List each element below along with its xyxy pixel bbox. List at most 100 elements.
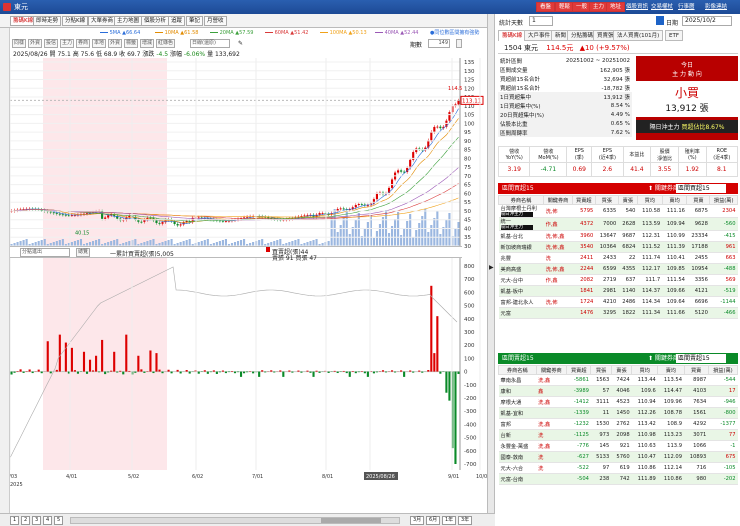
range-btn-0[interactable]: 3月 bbox=[410, 516, 425, 525]
col-header[interactable]: 賣張 bbox=[610, 365, 633, 375]
tb-btn-0[interactable]: 同樣 bbox=[12, 39, 27, 48]
tab-track[interactable]: 追蹤 bbox=[168, 16, 186, 26]
col-header[interactable]: 買賣超 bbox=[571, 195, 596, 205]
tb-btn-7[interactable]: 標籤 bbox=[124, 39, 139, 48]
chip-overview-button[interactable]: 總覽 bbox=[76, 248, 91, 257]
rtab-1[interactable]: 大戶事件 bbox=[524, 30, 555, 41]
broker-cell: 洗 bbox=[536, 451, 567, 463]
range-btn-2[interactable]: 1年 bbox=[442, 516, 457, 525]
periods-input[interactable]: 149 bbox=[428, 39, 450, 48]
col-header[interactable]: 關鍵券商 bbox=[543, 195, 573, 205]
rtab-6[interactable]: ETF bbox=[665, 30, 683, 41]
broker-row[interactable]: 國泰-敦南洗 -627 5133 5760 110.47 112.09 10893 675 bbox=[498, 451, 738, 463]
col-header[interactable]: 賣均 bbox=[661, 195, 688, 205]
chip-tick: 200 bbox=[464, 343, 475, 349]
tab-notes[interactable]: 筆記 bbox=[186, 16, 204, 26]
broker-row[interactable]: 康和鑫 -3989 57 4046 109.6 114.47 4103 17 bbox=[498, 385, 738, 397]
broker-row[interactable]: 元大-台中 作,鑫 2082 2719 637 111.7 111.54 3356 569 bbox=[498, 274, 738, 286]
broker-row[interactable]: 富邦-建北永人 洗,佈 1724 4210 2486 114.34 109.64 6696 -1… bbox=[498, 296, 738, 308]
col-header[interactable]: 買均 bbox=[631, 365, 659, 375]
col-header[interactable]: 買賣超 bbox=[566, 365, 592, 375]
broker-row[interactable]: 美商高盛 洗,佈,鑫 2244 6599 4355 112.17 109.85 10954 -4… bbox=[498, 263, 738, 275]
col-header[interactable]: 買賣 bbox=[686, 195, 711, 205]
tb-btn-4[interactable]: 券商 bbox=[76, 39, 91, 48]
col-header[interactable]: 損益(萬) bbox=[707, 365, 739, 375]
col-header[interactable]: 關鍵券商 bbox=[535, 365, 568, 375]
broker-row[interactable]: 凱基-宜和 -1339 11 1450 112.26 108.78 1561 -800 bbox=[498, 407, 738, 419]
pencil-icon[interactable]: ✎ bbox=[238, 40, 243, 47]
col-header[interactable]: 買張 bbox=[590, 365, 612, 375]
topbar-link-3[interactable]: 影像連結 bbox=[705, 2, 727, 12]
topbar-btn-0[interactable]: 看盤 bbox=[536, 2, 556, 12]
calendar-icon[interactable] bbox=[656, 16, 664, 25]
horizontal-scrollbar[interactable] bbox=[70, 517, 400, 524]
col-header[interactable]: 券商名稱 bbox=[497, 195, 545, 205]
tb-btn-3[interactable]: 主力 bbox=[60, 39, 75, 48]
topbar-link-1[interactable]: 交易權杖 bbox=[651, 2, 673, 12]
topbar-btn-4[interactable]: 地址 bbox=[606, 2, 626, 12]
broker-row[interactable]: 富邦 洗,鑫 -1232 1530 2762 113.42 108.9 4292 -1377 bbox=[498, 418, 738, 430]
range-btn-3[interactable]: 3年 bbox=[458, 516, 473, 525]
topbar-link-2[interactable]: 行事曆 bbox=[678, 2, 695, 12]
page-btn-1[interactable]: 2 bbox=[21, 516, 31, 525]
tab-realtime[interactable]: 即時走勢 bbox=[33, 16, 62, 26]
tb-btn-5[interactable]: 本地 bbox=[92, 39, 107, 48]
broker-row[interactable]: 兆豐洗 2411 2433 22 111.74 110.41 2455 663 bbox=[498, 252, 738, 264]
volume-bar bbox=[243, 239, 246, 246]
collapse-right-icon[interactable]: ▶ bbox=[489, 264, 494, 271]
col-header[interactable]: 買均 bbox=[636, 195, 663, 205]
rtab-0[interactable]: 籌碼K線 bbox=[498, 30, 527, 41]
broker-row[interactable]: 凱基-台北 洗,佈,鑫 3960 13647 9687 112.31 110.99 23334… bbox=[498, 230, 738, 242]
broker-row[interactable]: 台灣摩根士丹利 隔日沖主力 洗,佈 5795 6335 540 110.58 111.16 68… bbox=[498, 204, 738, 218]
col-header[interactable]: 券商名稱 bbox=[498, 365, 537, 375]
candle-body bbox=[221, 220, 224, 222]
chip-tick: 400 bbox=[464, 317, 475, 323]
col-header[interactable]: 買張 bbox=[594, 195, 619, 205]
col-header[interactable]: 損益(萬) bbox=[709, 195, 738, 205]
splitter[interactable]: ▶ bbox=[487, 14, 495, 526]
broker-row[interactable]: 台新洗 -1125 973 2098 110.98 113.23 3071 77 bbox=[498, 429, 738, 441]
page-btn-2[interactable]: 3 bbox=[32, 516, 42, 525]
tb-btn-1[interactable]: 外資 bbox=[28, 39, 43, 48]
date-input[interactable]: 2025/10/2 bbox=[682, 16, 732, 26]
tab-analysis[interactable]: 個股分析 bbox=[141, 16, 170, 26]
tb-btn-9[interactable]: 紅綠色 bbox=[156, 39, 176, 48]
chip-select[interactable]: 分點進出 bbox=[20, 248, 70, 257]
broker-row[interactable]: 元大-六合洗 -522 97 619 110.86 112.14 716 -105 bbox=[498, 462, 738, 474]
broker-row[interactable]: 永豐金-萬盛 洗,鑫 -776 145 921 110.63 113.9 1066 -1 bbox=[498, 440, 738, 452]
page-btn-4[interactable]: 5 bbox=[54, 516, 64, 525]
broker-row[interactable]: 華南永昌 洗,鑫 -5861 1563 7424 113.44 113.54 8987 -544 bbox=[498, 374, 738, 386]
chip-bar bbox=[357, 371, 360, 373]
col-header[interactable]: 賣均 bbox=[657, 365, 685, 375]
col-header[interactable]: 買賣 bbox=[683, 365, 709, 375]
broker-row[interactable]: 摩根大通 洗,鑫 -1412 3111 4523 110.94 109.96 7634 -946 bbox=[498, 396, 738, 408]
buy-select[interactable]: 區間買超15 bbox=[676, 184, 726, 193]
rtab-5[interactable]: 法人買賣(101月) bbox=[613, 30, 664, 41]
range-btn-1[interactable]: 6月 bbox=[426, 516, 441, 525]
stats-row: 佔股本比重 0.65 % bbox=[498, 119, 632, 128]
tab-big-broker[interactable]: 大單券商 bbox=[88, 16, 117, 26]
page-btn-0[interactable]: 1 bbox=[10, 516, 20, 525]
broker-row[interactable]: 凱基-板中 1841 2981 1140 114.37 109.66 4121 -519 bbox=[498, 285, 738, 297]
tb-btn-6[interactable]: 外資 bbox=[108, 39, 123, 48]
col-header[interactable]: 賣張 bbox=[617, 195, 638, 205]
scroll-thumb[interactable] bbox=[321, 518, 381, 523]
chip-tick: 500 bbox=[464, 304, 475, 310]
topbar-link-0[interactable]: 個股資訊 bbox=[626, 2, 648, 12]
tb-btn-8[interactable]: 增減 bbox=[140, 39, 155, 48]
broker-row[interactable]: 元富-台南 -504 238 742 111.89 110.86 980 -202 bbox=[498, 473, 738, 485]
broker-row[interactable]: 元富 1476 3295 1822 111.34 111.66 5120 -466 bbox=[498, 307, 738, 319]
tb-btn-2[interactable]: 投信 bbox=[44, 39, 59, 48]
tab-branch-kline[interactable]: 分點K線 bbox=[62, 16, 89, 26]
sell-select[interactable]: 區間賣超15 bbox=[676, 354, 726, 363]
chip-bar bbox=[28, 369, 31, 372]
tab-monthly-rev[interactable]: 月營收 bbox=[204, 16, 227, 26]
tab-main-map[interactable]: 主力地圖 bbox=[114, 16, 143, 26]
broker-cell: 4372 bbox=[572, 217, 596, 231]
broker-row[interactable]: 統一 隔日沖主力 作,鑫 4372 7000 2628 113.59 109.94 9628 -5… bbox=[498, 217, 738, 231]
spin-up-icon[interactable] bbox=[456, 39, 462, 48]
period-select[interactable]: 日線(還原) bbox=[190, 39, 230, 48]
page-btn-3[interactable]: 4 bbox=[43, 516, 53, 525]
stat-days-select[interactable]: 1 bbox=[529, 16, 553, 26]
broker-row[interactable]: 新加坡商瑞銀 洗,佈,鑫 3540 10364 6824 111.52 111.39 1718… bbox=[498, 241, 738, 253]
